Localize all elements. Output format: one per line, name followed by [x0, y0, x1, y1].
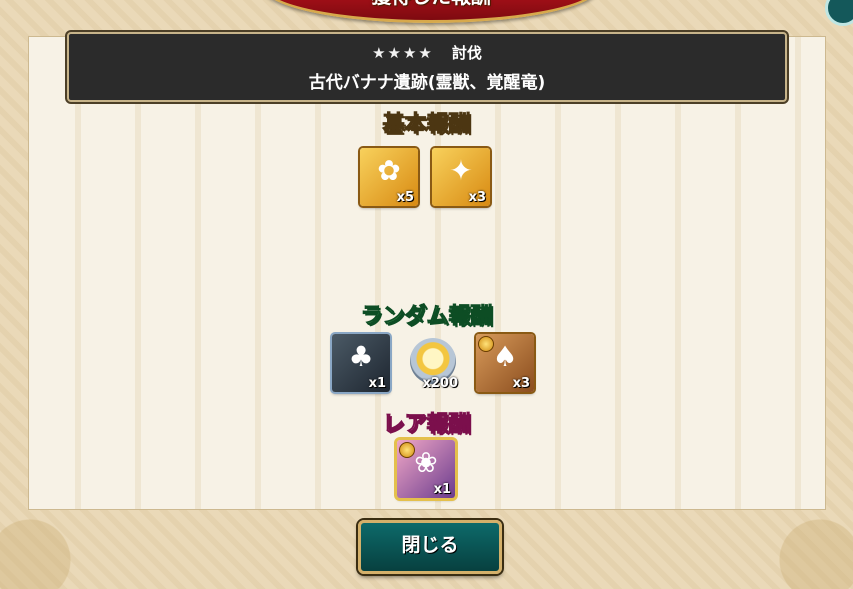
random-reward-title: ランダム報酬 — [360, 304, 493, 330]
reward-qty: x200 — [422, 376, 458, 391]
basic-reward-title: 基本報酬 — [382, 112, 471, 138]
star-rating: ★★★★ — [372, 44, 434, 62]
reward-qty: x1 — [368, 376, 386, 391]
blue-spirit-girl-icon: ✿ — [377, 154, 401, 187]
green-hat-girl-icon: ♠ — [492, 340, 518, 373]
quest-type: 討伐 — [451, 44, 482, 62]
pink-dragon-icon: ✦ — [449, 154, 473, 187]
dialog-title: 獲得した報酬 — [265, 0, 597, 9]
rare-reward-title: レア報酬 — [382, 412, 471, 438]
reward-item[interactable]: ✿ x5 — [360, 148, 418, 206]
quest-rank-line: ★★★★ 討伐 — [69, 42, 785, 63]
quest-header: ★★★★ 討伐 古代バナナ遺跡(霊獣、覚醒竜) — [67, 32, 787, 102]
reward-item[interactable]: ♠ x3 — [476, 334, 534, 392]
reward-qty: x1 — [433, 482, 451, 497]
hooded-girl-icon: ♣ — [348, 340, 374, 373]
close-button[interactable]: 閉じる — [358, 520, 502, 574]
reward-qty: x3 — [512, 376, 530, 391]
purple-hair-girl-icon: ❀ — [414, 446, 438, 479]
reward-qty: x5 — [396, 190, 414, 205]
reward-qty: x3 — [468, 190, 486, 205]
reward-item[interactable]: ❀ x1 — [397, 440, 455, 498]
reward-item[interactable]: ♣ x1 — [332, 334, 390, 392]
quest-name: 古代バナナ遺跡(霊獣、覚醒竜) — [308, 73, 546, 93]
reward-item[interactable]: ✦ x3 — [432, 148, 490, 206]
reward-item[interactable]: x200 — [404, 334, 462, 392]
